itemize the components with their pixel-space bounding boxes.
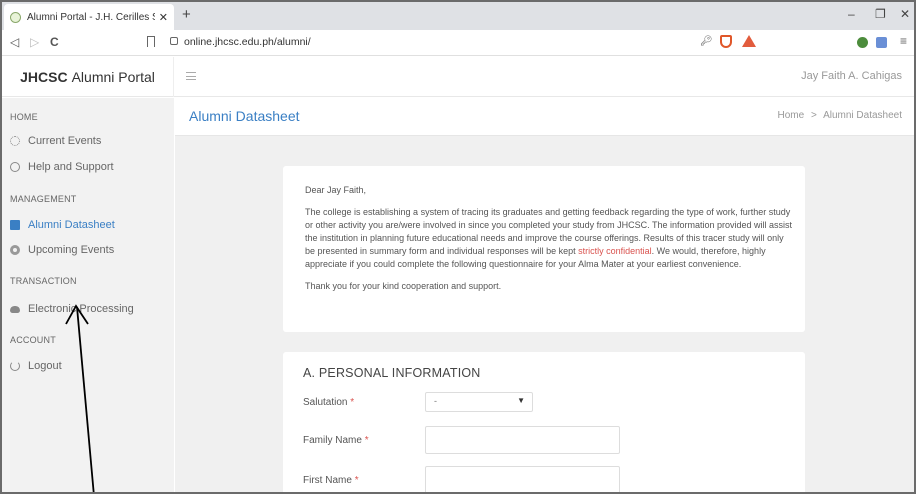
brand-logo[interactable]: JHCSC Alumni Portal [2,57,174,97]
maximize-icon[interactable]: ❐ [875,7,886,21]
address-bar: ◁ ▷ C online.jhcsc.edu.ph/alumni/ 🔑︎ ≡ [2,30,914,56]
confidential-highlight: strictly confidential [578,246,652,256]
family-name-row: Family Name * [303,426,620,454]
close-window-icon[interactable]: ✕ [900,7,910,21]
sidebar: HOME Current Events Help and Support MAN… [2,98,174,492]
user-name[interactable]: Jay Faith A. Cahigas [801,70,902,82]
sidebar-item-help[interactable]: Help and Support [10,161,114,173]
salutation-value: - [434,396,437,406]
breadcrumb-home[interactable]: Home [778,110,805,121]
key-icon[interactable]: 🔑︎ [700,36,713,47]
hamburger-icon[interactable] [186,72,196,80]
minimize-icon[interactable]: – [848,7,855,21]
browser-window: Alumni Portal - J.H. Cerilles State C ✕ … [0,0,916,494]
sidebar-item-label: Upcoming Events [28,244,115,256]
brand-rest: Alumni Portal [71,69,155,85]
sidebar-item-label: Logout [28,360,62,372]
document-icon [10,220,20,230]
sidebar-item-label: Current Events [28,135,102,147]
sidebar-item-upcoming-events[interactable]: Upcoming Events [10,244,114,256]
browser-tab[interactable]: Alumni Portal - J.H. Cerilles State C ✕ [4,4,174,30]
tab-title: Alumni Portal - J.H. Cerilles State C [27,11,155,23]
tab-close-icon[interactable]: ✕ [159,11,168,24]
breadcrumb-current: Alumni Datasheet [823,110,902,121]
first-name-row: First Name * [303,466,620,492]
shield-icon[interactable] [720,35,732,48]
sidebar-item-logout[interactable]: Logout [10,360,62,372]
browser-menu-icon[interactable]: ≡ [900,34,907,48]
cloud-icon [10,305,20,313]
url-field[interactable]: online.jhcsc.edu.ph/alumni/ [184,36,311,48]
help-icon [10,162,20,172]
breadcrumb: Home > Alumni Datasheet [778,110,902,121]
page-title: Alumni Datasheet [189,108,300,124]
first-name-label: First Name * [303,474,359,486]
forward-icon[interactable]: ▷ [30,35,39,49]
sidebar-heading-home: HOME [10,112,38,122]
favicon-icon [10,11,21,23]
sidebar-heading-account: ACCOUNT [10,335,56,345]
page-header: Alumni Datasheet Home > Alumni Datasheet [175,98,914,136]
section-title: A. PERSONAL INFORMATION [303,366,481,380]
dropdown-caret-icon: ▼ [517,396,525,405]
rewards-icon[interactable] [742,35,756,47]
gear-icon [10,136,20,146]
sidebar-heading-management: MANAGEMENT [10,194,77,204]
reload-icon[interactable]: C [50,35,59,49]
app-header: JHCSC Alumni Portal Jay Faith A. Cahigas [2,57,914,97]
salutation-select[interactable]: - ▼ [425,392,533,412]
sidebar-item-label: Alumni Datasheet [28,219,115,231]
salutation-row: Salutation * - ▼ [303,392,533,412]
sidebar-item-label: Electronic Processing [28,303,134,315]
sidebar-item-current-events[interactable]: Current Events [10,135,101,147]
back-icon[interactable]: ◁ [10,35,19,49]
breadcrumb-separator: > [810,110,817,121]
salutation-label: Salutation * [303,396,355,408]
sidebar-heading-transaction: TRANSACTION [10,276,77,286]
letter-thanks: Thank you for your kind cooperation and … [305,281,502,291]
family-name-input[interactable] [425,426,620,454]
family-name-label: Family Name * [303,434,369,446]
event-icon [10,245,20,255]
tab-bar: Alumni Portal - J.H. Cerilles State C ✕ … [2,2,914,30]
intro-letter-card: Dear Jay Faith, The college is establish… [283,166,805,332]
sidebar-item-label: Help and Support [28,161,114,173]
personal-info-card: A. PERSONAL INFORMATION Salutation * - ▼… [283,352,805,492]
sidebar-item-electronic-processing[interactable]: Electronic Processing [10,303,134,315]
bookmark-icon[interactable] [147,36,155,47]
first-name-input[interactable] [425,466,620,492]
extension-icon-2[interactable] [876,37,887,48]
letter-greeting: Dear Jay Faith, [305,185,367,195]
letter-body: The college is establishing a system of … [305,206,793,271]
main-content: Alumni Datasheet Home > Alumni Datasheet… [175,98,914,492]
extension-icon[interactable] [857,37,868,48]
sidebar-item-alumni-datasheet[interactable]: Alumni Datasheet [10,219,115,231]
power-icon [10,361,20,371]
lock-icon [170,37,178,45]
new-tab-button[interactable]: + [182,6,191,23]
brand-bold: JHCSC [20,69,68,85]
